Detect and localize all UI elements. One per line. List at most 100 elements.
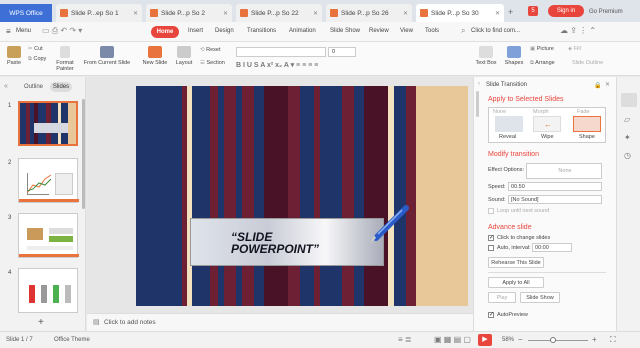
add-slide-button[interactable]: + [38, 317, 44, 328]
click-checkbox[interactable]: ✓ [488, 235, 494, 241]
effect-options-select[interactable]: None [526, 163, 602, 179]
auto-label: Auto, interval: [497, 245, 531, 251]
collapse-panel-icon[interactable]: « [4, 83, 8, 90]
fill-button[interactable]: ◈ Fill [568, 46, 581, 52]
loop-checkbox[interactable] [488, 208, 494, 214]
outline-button[interactable]: Slide Outline [572, 60, 603, 66]
close-icon[interactable]: ✕ [495, 10, 500, 17]
hamburger-icon[interactable]: ≡ [6, 27, 11, 36]
speed-input[interactable]: 00.50 [508, 182, 602, 191]
shapes-button[interactable]: Shapes [502, 46, 526, 66]
animation-icon[interactable]: ✦ [624, 133, 631, 142]
doc-tab-1[interactable]: Slide P...ep So 1 ✕ [56, 4, 142, 22]
slide-stripe [192, 86, 210, 306]
status-icons[interactable]: ≡ ≣ [398, 335, 412, 344]
paste-icon [7, 46, 21, 58]
slide-thumb-4[interactable] [18, 268, 78, 313]
tab-design[interactable]: Design [215, 28, 234, 34]
slide-thumb-2[interactable] [18, 158, 79, 203]
history-icon[interactable]: ◷ [624, 151, 631, 160]
menu-button[interactable]: Menu [16, 28, 31, 34]
close-pane-icon[interactable]: ✕ [605, 81, 610, 88]
zoom-out-icon[interactable]: − [518, 335, 523, 344]
doc-tab-label: Slide P...p So 2 [161, 9, 205, 17]
effect-wipe[interactable]: ← [533, 116, 561, 132]
slide-canvas[interactable] [136, 86, 468, 306]
slide-thumb-3[interactable] [18, 213, 79, 258]
tab-view[interactable]: View [400, 28, 413, 34]
command-search[interactable]: Click to find com... [471, 28, 520, 34]
zoom-in-icon[interactable]: + [592, 335, 597, 344]
slide-thumb-1[interactable] [18, 101, 78, 146]
doc-tab-5-active[interactable]: Slide P...p So 30 ✕ [416, 4, 504, 22]
fit-window-icon[interactable]: ⛶ [610, 335, 616, 345]
tab-slides[interactable]: Slides [50, 82, 72, 92]
apply-to-all-button[interactable]: Apply to All [488, 277, 544, 288]
tab-insert[interactable]: Insert [188, 28, 203, 34]
doc-tab-3[interactable]: Slide P...p So 22 ✕ [236, 4, 322, 22]
font-name-select[interactable] [236, 47, 326, 57]
share-icon[interactable]: ☁ ⇪ ⋮ ⌃ [560, 26, 596, 35]
tab-outline[interactable]: Outline [24, 84, 43, 90]
slide-title[interactable]: “SLIDE POWERPOINT” [231, 231, 319, 255]
tab-home[interactable]: Home [151, 26, 179, 38]
auto-checkbox[interactable] [488, 245, 494, 251]
notes-placeholder[interactable]: Click to add notes [104, 319, 156, 326]
slide-title-box[interactable]: “SLIDE POWERPOINT” [190, 218, 384, 266]
font-size-select[interactable]: 0 [328, 47, 356, 57]
copy-button[interactable]: ⧉ Copy [28, 56, 46, 63]
search-icon[interactable]: ⌕ [461, 26, 465, 36]
view-mode-icons[interactable]: ▣ ▦ ▤ ▢ [434, 335, 471, 344]
from-current-slide-button[interactable]: From Current Slide [82, 46, 132, 66]
new-slide-button[interactable]: New Slide [140, 46, 170, 66]
notification-badge[interactable]: 5 [528, 6, 538, 16]
zoom-slider-handle[interactable] [550, 337, 556, 343]
from-current-label: From Current Slide [83, 60, 131, 66]
tab-slide-show[interactable]: Slide Show [330, 28, 360, 34]
format-painter-button[interactable]: Format Painter [54, 46, 76, 72]
wps-office-tab[interactable]: WPS Office [0, 4, 52, 22]
tab-animation[interactable]: Animation [289, 28, 316, 34]
effect-label: Wipe [541, 134, 554, 140]
presentation-icon [330, 9, 338, 17]
play-button[interactable]: Play [488, 292, 516, 303]
reset-button[interactable]: ⟲ Reset [200, 47, 221, 53]
pane-back-icon[interactable]: ‹ [478, 81, 480, 87]
sound-select[interactable]: [No Sound] [508, 195, 602, 204]
sign-in-button[interactable]: Sign in [548, 5, 584, 17]
section-button[interactable]: ☰ Section [200, 60, 225, 66]
doc-tab-2[interactable]: Slide P...p So 2 ✕ [146, 4, 232, 22]
cut-button[interactable]: ✂ Cut [28, 46, 43, 52]
new-tab-icon[interactable]: + [508, 7, 513, 17]
lock-icon[interactable]: 🔒 [594, 82, 601, 89]
text-box-button[interactable]: Text Box [474, 46, 498, 66]
tab-transitions[interactable]: Transitions [247, 28, 276, 34]
slide-show-button[interactable]: Slide Show [520, 292, 560, 303]
thumbs-scrollbar[interactable] [82, 99, 85, 209]
doc-tab-4[interactable]: Slide P...p So 26 ✕ [326, 4, 412, 22]
close-icon[interactable]: ✕ [403, 10, 408, 17]
font-style-buttons[interactable]: B I U S A x² x₂ A ▾ ≡ ≡ ≡ ≡ [236, 61, 318, 69]
layout-button[interactable]: Layout [173, 46, 195, 66]
toolbar-quick-icons[interactable]: ▭ ⎙ ↶ ↷ ▾ [42, 26, 82, 36]
close-icon[interactable]: ✕ [133, 10, 138, 17]
transition-pane-icon[interactable] [621, 93, 637, 107]
pane-scrollbar[interactable] [476, 91, 479, 117]
effect-reveal[interactable] [495, 116, 523, 132]
notes-bar[interactable]: ▤ Click to add notes [87, 313, 473, 331]
tab-review[interactable]: Review [369, 28, 389, 34]
close-icon[interactable]: ✕ [223, 10, 228, 17]
paste-button[interactable]: Paste [4, 46, 24, 66]
auto-interval-input[interactable]: 00:00 [532, 243, 572, 252]
rehearse-button[interactable]: Rehearse This Slide [488, 257, 544, 268]
play-slideshow-icon[interactable]: ▶ [478, 334, 492, 346]
go-premium-link[interactable]: Go Premium [589, 9, 623, 15]
close-icon[interactable]: ✕ [313, 10, 318, 17]
effect-shape[interactable] [573, 116, 601, 132]
arrange-button[interactable]: ⧉ Arrange [530, 60, 555, 67]
shape-style-icon[interactable]: ▱ [624, 115, 630, 124]
picture-button[interactable]: ▣ Picture [530, 46, 554, 52]
tab-tools[interactable]: Tools [425, 28, 439, 34]
zoom-slider[interactable] [528, 340, 588, 341]
autopreview-checkbox[interactable]: ✓ [488, 312, 494, 318]
